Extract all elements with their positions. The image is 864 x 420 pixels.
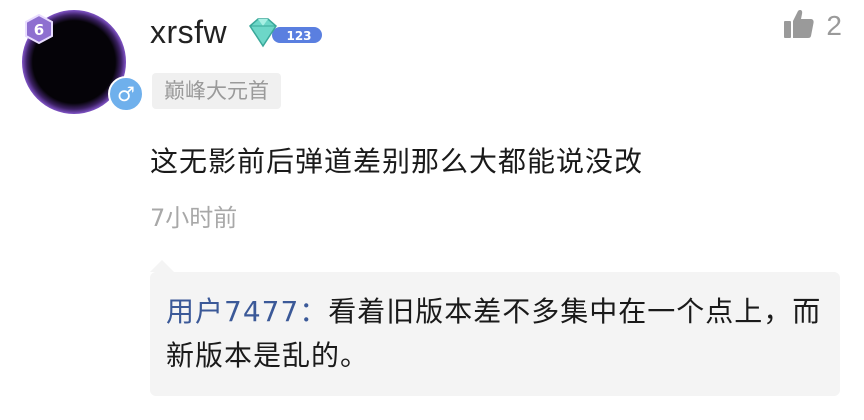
reply-pointer [150, 260, 174, 272]
thumbs-up-icon [782, 7, 816, 45]
comment-time: 7小时前 [150, 204, 238, 232]
like-count: 2 [826, 10, 842, 41]
vip-badge[interactable]: 123 [246, 16, 324, 52]
vip-number: 123 [286, 29, 311, 43]
level-badge: 6 [24, 14, 54, 44]
reply-username[interactable]: 用户7477 [166, 295, 299, 328]
comment-text: 这无影前后弹道差别那么大都能说没改 [150, 145, 644, 178]
level-number: 6 [34, 21, 44, 39]
reply-item[interactable]: 用户7477：看着旧版本差不多集中在一个点上，而新版本是乱的。 [166, 290, 826, 378]
title-tag: 巅峰大元首 [152, 73, 281, 109]
like-button[interactable]: 2 [782, 6, 842, 46]
reply-separator: ： [299, 295, 329, 328]
user-avatar[interactable]: 6 ♂ [22, 10, 144, 114]
username[interactable]: xrsfw [150, 14, 227, 51]
male-icon: ♂ [108, 76, 144, 112]
